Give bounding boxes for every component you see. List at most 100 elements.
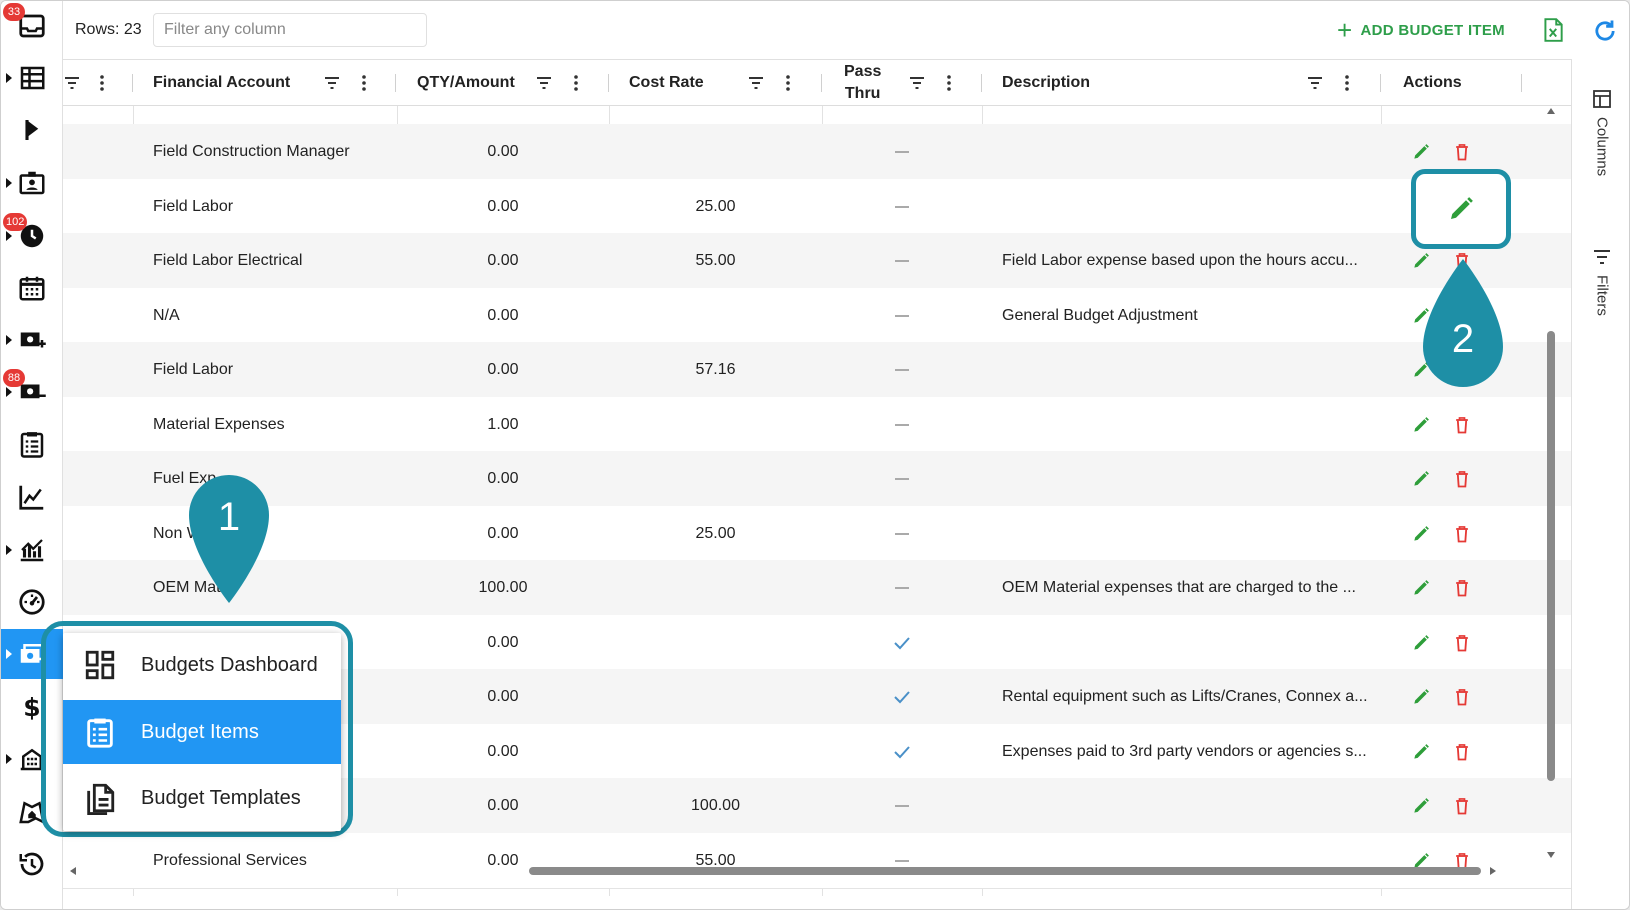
- cell-cost-rate: 25.00: [695, 524, 736, 542]
- filter-lines-icon[interactable]: [535, 74, 553, 92]
- rail-calendar[interactable]: [1, 263, 63, 313]
- filters-tab[interactable]: Filters: [1572, 247, 1629, 316]
- cell-cost-rate: [609, 724, 822, 780]
- pencil-icon[interactable]: [1411, 687, 1431, 707]
- highlighted-edit-button[interactable]: [1411, 169, 1511, 249]
- table-row[interactable]: Fuel Exp 0.00: [63, 451, 1571, 507]
- pencil-icon[interactable]: [1411, 524, 1431, 544]
- col-header-description[interactable]: Description: [982, 60, 1380, 106]
- table-row[interactable]: Field Labor Electrical 0.00 55.00 Field Lab…: [63, 233, 1571, 289]
- filter-lines-icon[interactable]: [323, 74, 341, 92]
- trash-icon[interactable]: [1452, 633, 1472, 653]
- col-header-partial[interactable]: [63, 60, 135, 106]
- dash-icon: [895, 260, 909, 262]
- filter-lines-icon[interactable]: [1306, 74, 1324, 92]
- cell-financial-account: Field Labor: [153, 361, 234, 378]
- col-header-pass-thru[interactable]: Pass Thru: [822, 60, 982, 106]
- dash-icon: [895, 532, 909, 535]
- trash-icon[interactable]: [1452, 578, 1472, 598]
- filter-input[interactable]: [153, 13, 427, 47]
- table-row[interactable]: Field Labor 0.00 25.00: [63, 178, 1571, 235]
- rail-history[interactable]: [1, 839, 63, 889]
- scroll-down-icon[interactable]: [1545, 849, 1557, 861]
- expand-arrow-icon: [6, 387, 12, 397]
- rail-clipboard[interactable]: [1, 419, 63, 469]
- rail-analytics[interactable]: [1, 525, 63, 575]
- table-row[interactable]: Non W 0.00 25.00: [63, 505, 1571, 562]
- rail-time[interactable]: 102: [1, 211, 63, 261]
- horizontal-scrollbar-thumb[interactable]: [529, 867, 1481, 875]
- pencil-icon[interactable]: [1411, 742, 1431, 762]
- header-thru-label: Thru: [844, 85, 881, 102]
- trash-icon[interactable]: [1452, 524, 1472, 544]
- header-actions: Actions: [1403, 74, 1462, 91]
- add-budget-item-button[interactable]: + ADD BUDGET ITEM: [1337, 15, 1505, 45]
- rail-grid[interactable]: [1, 53, 63, 103]
- table-grid-icon: [20, 66, 45, 90]
- money-add-icon: [20, 332, 46, 348]
- columns-tab[interactable]: Columns: [1572, 89, 1629, 176]
- rail-flag[interactable]: [1, 105, 63, 155]
- pencil-icon[interactable]: [1411, 415, 1431, 435]
- table-row[interactable]: N/A 0.00 General Budget Adjustment: [63, 287, 1571, 344]
- dash-icon: [895, 587, 909, 589]
- trash-icon[interactable]: [1452, 687, 1472, 707]
- trash-icon[interactable]: [1452, 415, 1472, 435]
- pencil-icon[interactable]: [1411, 142, 1431, 162]
- scroll-left-icon[interactable]: [67, 865, 79, 877]
- scroll-right-icon[interactable]: [1487, 865, 1499, 877]
- header-cost-rate: Cost Rate: [629, 74, 704, 91]
- trash-icon[interactable]: [1452, 742, 1472, 762]
- table-row[interactable]: Field Labor 0.00 57.16: [63, 342, 1571, 398]
- pencil-icon[interactable]: [1411, 796, 1431, 816]
- expand-arrow-icon: [6, 335, 12, 345]
- table-row[interactable]: Material Expenses 1.00: [63, 396, 1571, 453]
- header-separator[interactable]: [395, 74, 396, 92]
- rail-inbox[interactable]: 33: [1, 1, 63, 51]
- column-menu-icon[interactable]: [785, 74, 791, 92]
- cell-financial-account: Field Labor: [153, 197, 234, 215]
- table-row[interactable]: Field Construction Manager 0.00: [63, 124, 1571, 180]
- cell-qty-amount: 0.00: [487, 306, 519, 324]
- col-header-financial-account[interactable]: Financial Account: [133, 60, 397, 106]
- trash-icon[interactable]: [1452, 796, 1472, 816]
- pencil-icon[interactable]: [1411, 578, 1431, 598]
- rail-chart[interactable]: [1, 472, 63, 522]
- dash-icon: [895, 805, 909, 807]
- column-menu-icon[interactable]: [1344, 74, 1350, 92]
- column-menu-icon[interactable]: [99, 74, 105, 92]
- trash-icon[interactable]: [1452, 469, 1472, 489]
- column-menu-icon[interactable]: [361, 74, 367, 92]
- filter-lines-icon[interactable]: [747, 74, 765, 92]
- trash-icon[interactable]: [1452, 142, 1472, 162]
- filter-lines-icon[interactable]: [908, 74, 926, 92]
- rail-contacts[interactable]: [1, 158, 63, 208]
- cell-financial-account: Field Construction Manager: [153, 143, 350, 160]
- col-header-actions: Actions: [1381, 60, 1521, 106]
- col-header-cost-rate[interactable]: Cost Rate: [609, 60, 821, 106]
- excel-export-icon[interactable]: [1540, 17, 1566, 43]
- rail-money[interactable]: 88: [1, 367, 63, 417]
- col-header-qty-amount[interactable]: QTY/Amount: [397, 60, 609, 106]
- column-menu-icon[interactable]: [946, 74, 952, 92]
- cell-description: [1002, 124, 1372, 180]
- pencil-icon[interactable]: [1411, 633, 1431, 653]
- rail-dashboard[interactable]: [1, 577, 63, 627]
- rail-add-money[interactable]: [1, 315, 63, 365]
- column-menu-icon[interactable]: [573, 74, 579, 92]
- clipboard-list-icon: [87, 718, 113, 748]
- pencil-icon[interactable]: [1411, 469, 1431, 489]
- check-icon: [894, 745, 910, 758]
- menu-item-budget-templates[interactable]: Budget Templates: [63, 766, 341, 830]
- menu-item-budgets-dashboard[interactable]: Budgets Dashboard: [63, 633, 341, 697]
- header-separator[interactable]: [1521, 74, 1522, 92]
- cell-description: [1002, 342, 1372, 398]
- vertical-scrollbar-thumb[interactable]: [1547, 331, 1555, 781]
- scroll-up-icon[interactable]: [1545, 105, 1557, 117]
- table-row[interactable]: Professional Services 0.00 55.00: [63, 832, 1571, 889]
- table-row[interactable]: OEM Mate 100.00 OEM Material expenses that…: [63, 560, 1571, 616]
- refresh-icon[interactable]: [1591, 17, 1619, 45]
- menu-item-budget-items[interactable]: Budget Items: [63, 700, 341, 764]
- filter-lines-icon[interactable]: [63, 74, 81, 92]
- cell-qty-amount: 0.00: [487, 524, 519, 542]
